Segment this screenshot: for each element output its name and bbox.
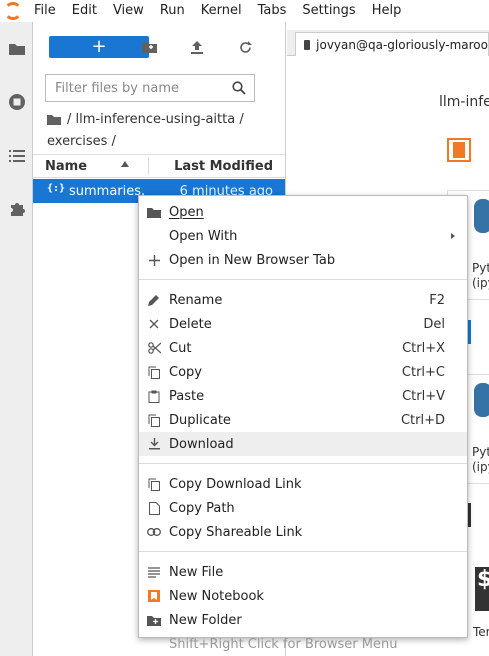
chevron-right-icon <box>451 233 455 239</box>
menu-bar: File Edit View Run Kernel Tabs Settings … <box>0 0 489 22</box>
menu-item-cut[interactable]: Cut Ctrl+X <box>139 336 467 360</box>
column-name[interactable]: Name <box>45 159 87 174</box>
menu-kernel[interactable]: Kernel <box>193 0 250 22</box>
plus-icon <box>147 253 161 267</box>
download-icon <box>147 437 161 451</box>
menu-item-open[interactable]: Open <box>139 200 467 224</box>
column-divider[interactable] <box>148 157 149 175</box>
menu-item-copy-download-link[interactable]: Copy Download Link <box>139 472 467 496</box>
card-label-1: Pyt <box>472 261 489 275</box>
close-icon <box>147 317 161 331</box>
menu-item-copy-shareable-link[interactable]: Copy Shareable Link <box>139 520 467 544</box>
scissors-icon <box>147 341 161 355</box>
menu-file[interactable]: File <box>26 0 64 22</box>
duplicate-icon <box>147 413 161 427</box>
menu-item-copy[interactable]: Copy Ctrl+C <box>139 360 467 384</box>
tab-bar: jovyan@qa-gloriously-maroo <box>287 30 489 56</box>
running-icon[interactable] <box>0 87 33 117</box>
menu-item-delete[interactable]: Delete Del <box>139 312 467 336</box>
menu-run[interactable]: Run <box>152 0 193 22</box>
terminal-launcher-icon[interactable]: $ <box>475 567 489 611</box>
card-label-1-sub: (ipy <box>472 276 489 290</box>
breadcrumb-path-2[interactable]: exercises / <box>47 132 277 152</box>
file-list-header: Name Last Modified <box>33 154 285 178</box>
file-icon <box>147 501 161 515</box>
home-folder-icon[interactable] <box>47 112 61 132</box>
text-file-icon <box>147 565 161 579</box>
python-logo-icon <box>474 383 489 417</box>
jupyter-logo-icon <box>0 0 26 22</box>
menu-item-download[interactable]: Download <box>139 432 467 456</box>
notebook-section-icon <box>447 138 471 162</box>
menu-item-browser-menu-hint: Shift+Right Click for Browser Menu <box>169 636 398 652</box>
extension-icon[interactable] <box>0 194 33 224</box>
file-context-menu: Open Open With Open in New Browser Tab R… <box>138 195 468 652</box>
refresh-icon[interactable] <box>234 36 256 58</box>
menu-item-open-new-tab[interactable]: Open in New Browser Tab <box>139 248 467 272</box>
menu-item-new-folder[interactable]: New Folder <box>139 608 467 632</box>
link-icon <box>147 525 161 539</box>
breadcrumb-path-1[interactable]: / llm-inference-using-aitta / <box>67 112 244 127</box>
menu-item-rename[interactable]: Rename F2 <box>139 288 467 312</box>
json-file-icon: {:} <box>47 183 66 194</box>
menu-tabs[interactable]: Tabs <box>250 0 295 22</box>
search-icon <box>232 81 246 99</box>
new-folder-icon[interactable] <box>138 36 160 58</box>
file-filter-field[interactable] <box>45 74 255 102</box>
terminal-launcher-label: Ter <box>473 625 489 639</box>
file-name: summaries. <box>69 183 146 199</box>
paste-icon <box>147 389 161 403</box>
menu-settings[interactable]: Settings <box>294 0 363 22</box>
menu-divider <box>139 455 467 464</box>
menu-divider <box>139 271 467 280</box>
menu-item-new-notebook[interactable]: New Notebook <box>139 584 467 608</box>
new-launcher-button[interactable]: + <box>49 36 149 58</box>
breadcrumb: / llm-inference-using-aitta / exercises … <box>47 110 277 152</box>
pencil-icon <box>147 293 161 307</box>
copy-icon <box>147 365 161 379</box>
menu-item-new-file[interactable]: New File <box>139 560 467 584</box>
menu-item-copy-path[interactable]: Copy Path <box>139 496 467 520</box>
card-label-2: Pyt <box>472 445 489 459</box>
menu-divider <box>139 543 467 552</box>
launcher-path-title: llm-infere <box>439 94 489 110</box>
card-label-2-sub: (ipy <box>472 460 489 474</box>
left-activity-bar <box>0 22 33 656</box>
menu-item-open-with[interactable]: Open With <box>139 224 467 248</box>
copy-icon <box>147 477 161 491</box>
folder-icon <box>147 205 161 219</box>
menu-item-paste[interactable]: Paste Ctrl+V <box>139 384 467 408</box>
notebook-icon <box>147 589 161 603</box>
upload-icon[interactable] <box>186 36 208 58</box>
tab-label: jovyan@qa-gloriously-maroo <box>316 37 488 52</box>
menu-view[interactable]: View <box>105 0 152 22</box>
terminal-icon <box>304 39 311 50</box>
menu-edit[interactable]: Edit <box>64 0 105 22</box>
new-folder-icon <box>147 613 161 627</box>
tab-terminal[interactable]: jovyan@qa-gloriously-maroo <box>295 32 489 56</box>
file-filter-input[interactable] <box>55 80 225 96</box>
menu-item-duplicate[interactable]: Duplicate Ctrl+D <box>139 408 467 432</box>
folder-icon[interactable] <box>0 34 33 64</box>
python-logo-icon <box>474 199 489 233</box>
sort-ascending-icon <box>121 161 129 167</box>
toc-icon[interactable] <box>0 141 33 171</box>
menu-help[interactable]: Help <box>364 0 410 22</box>
column-last-modified[interactable]: Last Modified <box>174 159 273 174</box>
